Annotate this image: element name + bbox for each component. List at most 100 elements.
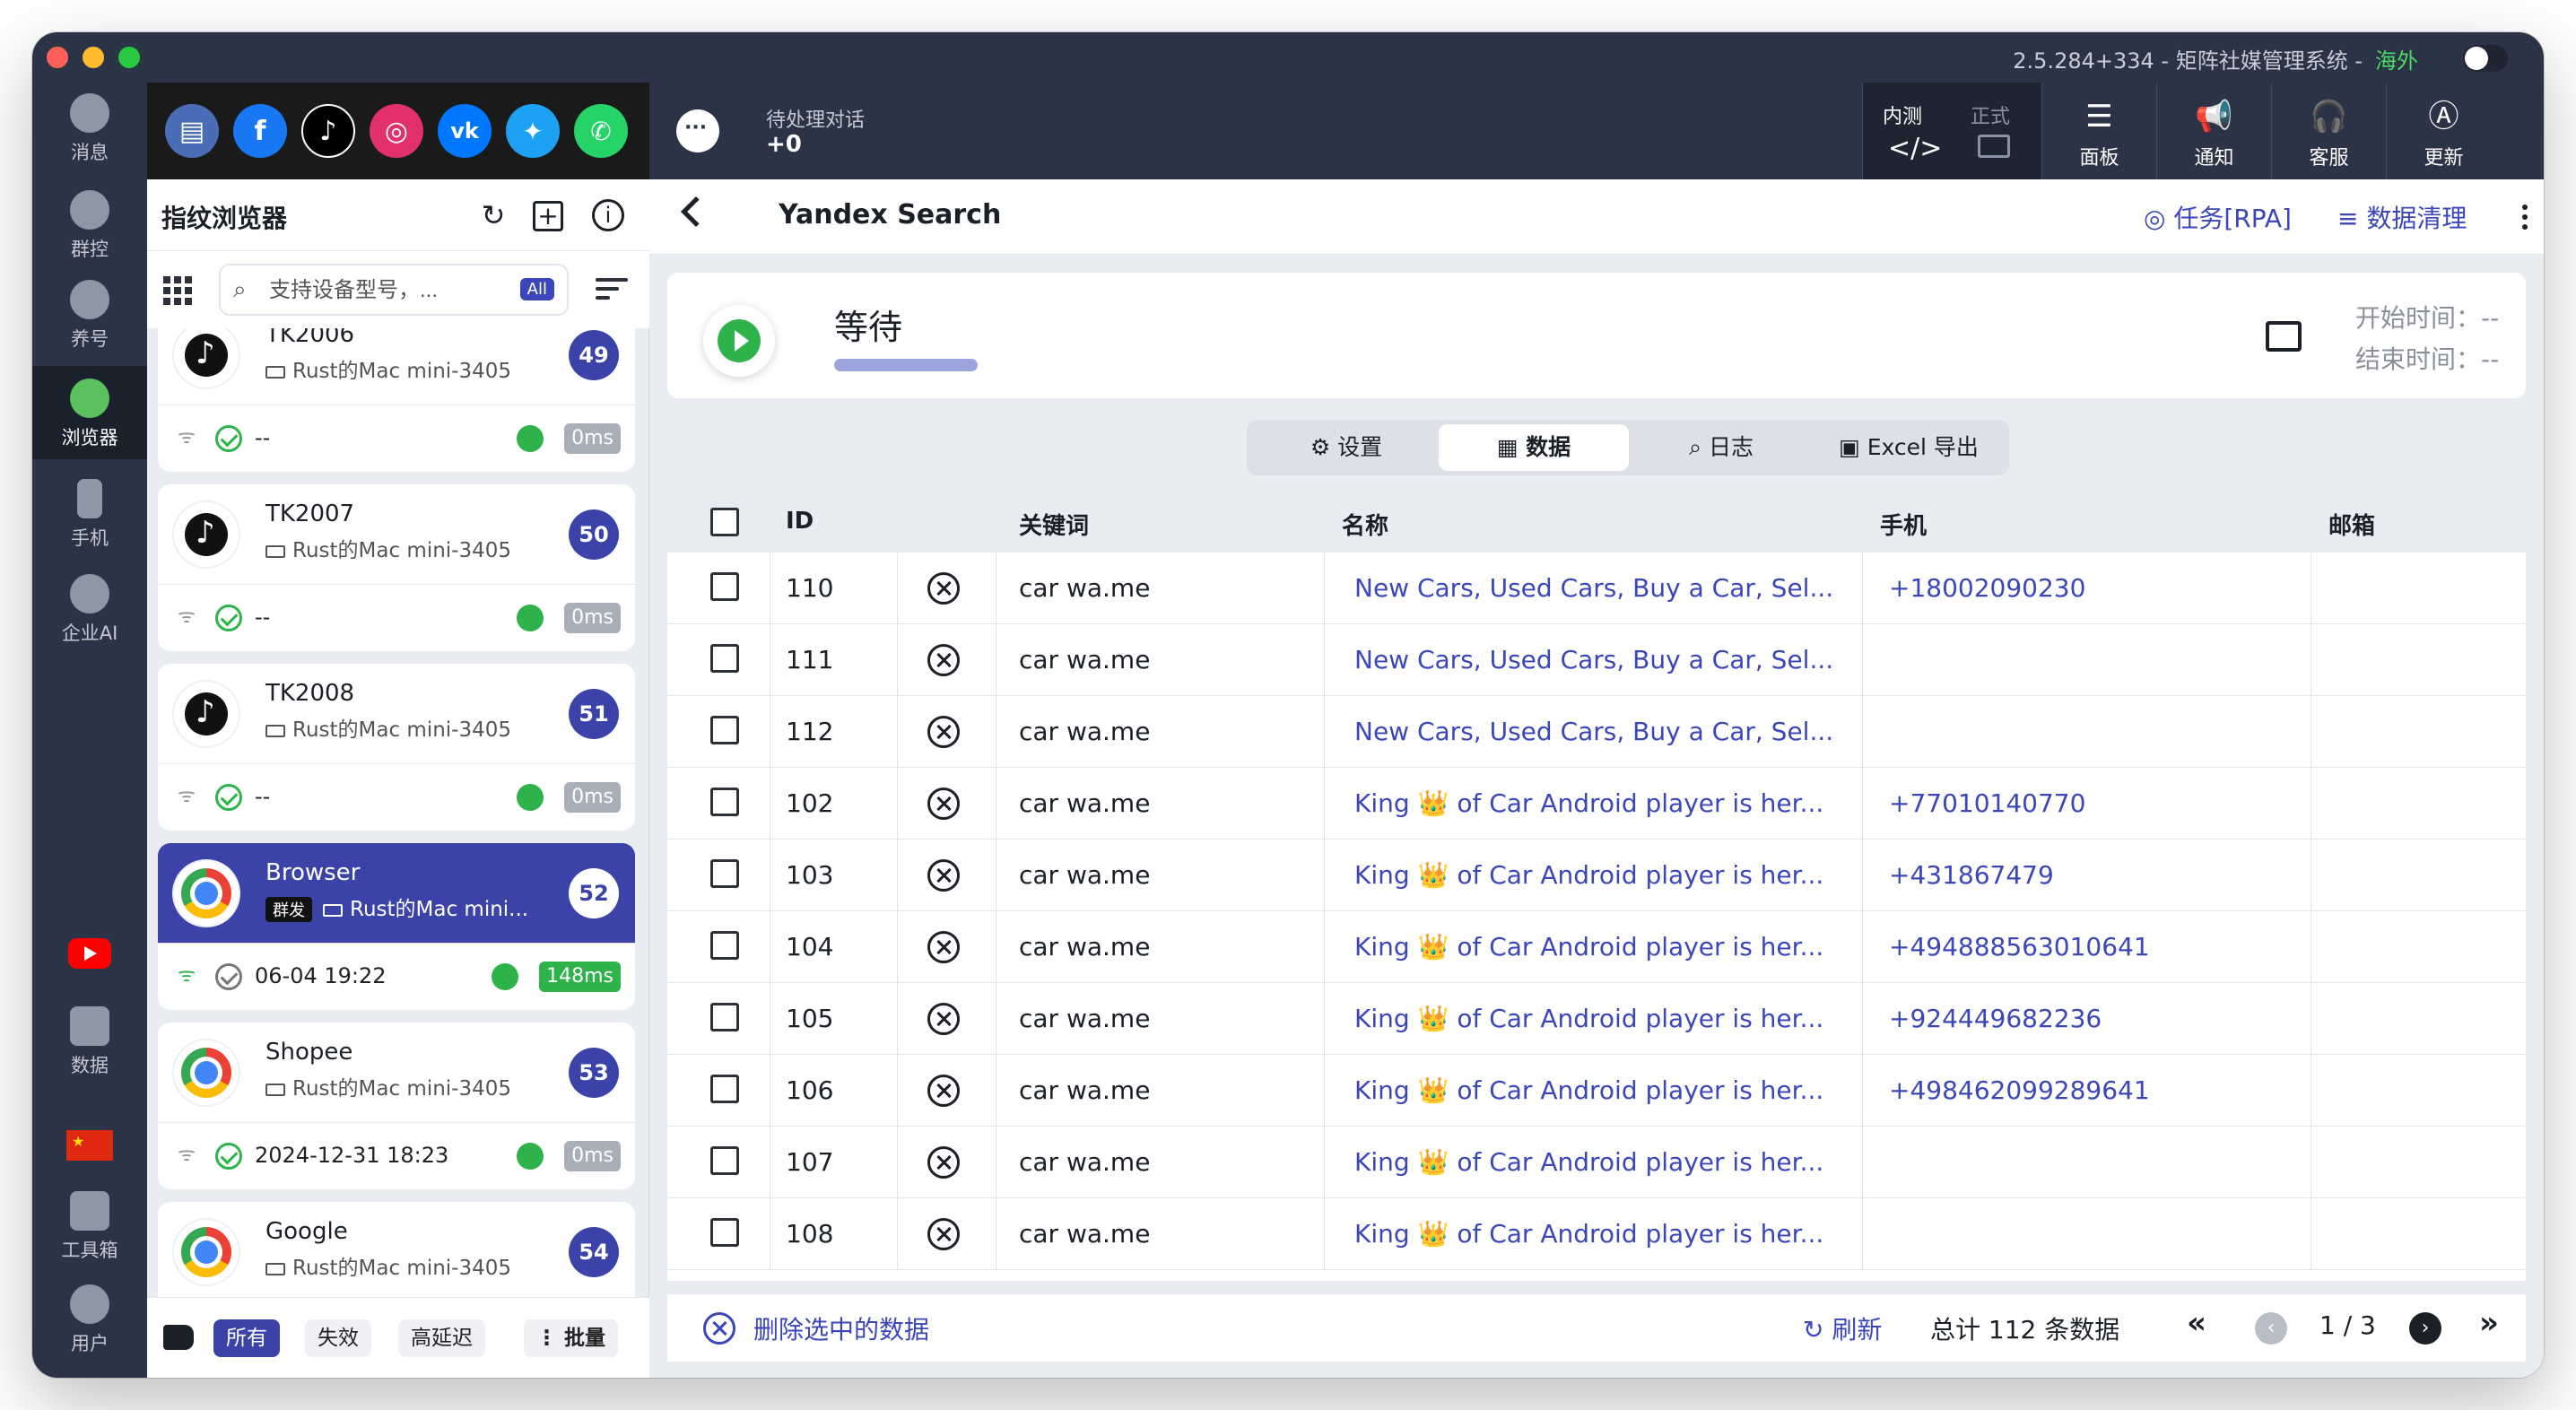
row-checkbox[interactable] (710, 1218, 739, 1247)
notify-button[interactable]: 📢 通知 (2156, 83, 2271, 179)
cell-phone-link[interactable]: +431867479 (1889, 840, 2302, 911)
cell-name-link[interactable]: King 👑 of Car Android player is her... (1354, 840, 1839, 911)
more-vert-icon[interactable] (2522, 205, 2528, 230)
batch-button[interactable]: ⋮ 批量 (524, 1319, 619, 1357)
cell-phone-link[interactable] (1889, 1127, 2302, 1198)
cell-phone-link[interactable]: +924449682236 (1889, 983, 2302, 1055)
remove-row-icon[interactable] (927, 716, 960, 748)
remove-row-icon[interactable] (927, 572, 960, 605)
cell-name-link[interactable]: King 👑 of Car Android player is her... (1354, 768, 1839, 840)
profile-card-list[interactable]: TK2006 Rust的Mac mini-3405 49 ᯤ -- 0ms TK… (147, 328, 649, 1297)
row-checkbox[interactable] (710, 1075, 739, 1103)
youtube-icon[interactable] (68, 938, 111, 969)
cell-name-link[interactable]: King 👑 of Car Android player is her... (1354, 1055, 1839, 1127)
minimize-window-button[interactable] (83, 47, 104, 68)
select-all-checkbox[interactable] (710, 508, 739, 536)
filter-invalid[interactable]: 失效 (305, 1319, 371, 1357)
cell-name-link[interactable]: King 👑 of Car Android player is her... (1354, 1198, 1839, 1270)
remove-row-icon[interactable] (927, 1218, 960, 1250)
profile-card[interactable]: TK2006 Rust的Mac mini-3405 49 ᯤ -- 0ms (158, 328, 635, 472)
remove-row-icon[interactable] (927, 1075, 960, 1107)
row-checkbox[interactable] (710, 931, 739, 960)
delete-icon[interactable] (703, 1312, 735, 1345)
table-row[interactable]: 105 car wa.me King 👑 of Car Android player… (667, 983, 2526, 1055)
nav-item-enterprise-ai[interactable]: 企业AI (32, 574, 147, 646)
nav-item-nurture[interactable]: 养号 (32, 280, 147, 352)
table-row[interactable]: 112 car wa.me New Cars, Used Cars, Buy a C… (667, 696, 2526, 768)
cell-phone-link[interactable]: +77010140770 (1889, 768, 2302, 840)
support-button[interactable]: 🎧 客服 (2271, 83, 2386, 179)
instagram-icon[interactable]: ◎ (370, 104, 423, 158)
facebook-icon[interactable]: f (233, 104, 287, 158)
back-arrow-icon[interactable] (681, 196, 711, 227)
twitter-icon[interactable]: ✦ (506, 104, 560, 158)
cell-name-link[interactable]: King 👑 of Car Android player is her... (1354, 983, 1839, 1055)
cell-phone-link[interactable] (1889, 696, 2302, 768)
panel-button[interactable]: ☰ 面板 (2041, 83, 2156, 179)
profile-card-selected[interactable]: Browser 群发 Rust的Mac mini... 52 ᯤ 06-04 19… (158, 843, 635, 1010)
remove-row-icon[interactable] (927, 788, 960, 820)
add-icon[interactable]: + (533, 201, 563, 231)
theme-toggle[interactable] (2463, 45, 2508, 72)
table-row[interactable]: 102 car wa.me King 👑 of Car Android player… (667, 768, 2526, 840)
nav-item-messages[interactable]: 消息 (32, 93, 147, 165)
cell-name-link[interactable]: New Cars, Used Cars, Buy a Car, Sel... (1354, 553, 1839, 624)
refresh-icon[interactable]: ↻ (475, 197, 511, 233)
row-checkbox[interactable] (710, 1003, 739, 1031)
monitor-icon[interactable] (2266, 321, 2302, 352)
remove-row-icon[interactable] (927, 644, 960, 676)
env-test-label[interactable]: 内测 (1883, 100, 1922, 129)
table-row[interactable]: 103 car wa.me King 👑 of Car Android player… (667, 840, 2526, 911)
filter-high-latency[interactable]: 高延迟 (398, 1319, 485, 1357)
tab-settings[interactable]: ⚙ 设置 (1254, 424, 1439, 471)
task-rpa-link[interactable]: ◎ 任务[RPA] (2144, 199, 2292, 235)
row-checkbox[interactable] (710, 716, 739, 744)
table-row[interactable]: 110 car wa.me New Cars, Used Cars, Buy a C… (667, 553, 2526, 624)
search-input[interactable] (269, 274, 493, 307)
remove-row-icon[interactable] (927, 931, 960, 963)
cell-phone-link[interactable]: +498462099289641 (1889, 1055, 2302, 1127)
env-prod-label[interactable]: 正式 (1971, 100, 2010, 129)
data-clean-link[interactable]: ≡ 数据清理 (2337, 199, 2467, 235)
nav-item-group-control[interactable]: 群控 (32, 190, 147, 262)
all-filter-badge[interactable]: All (519, 278, 554, 300)
cell-phone-link[interactable] (1889, 1198, 2302, 1270)
profile-card[interactable]: Shopee Rust的Mac mini-3405 53 ᯤ 2024-12-3… (158, 1023, 635, 1189)
row-checkbox[interactable] (710, 859, 739, 888)
table-row[interactable]: 106 car wa.me King 👑 of Car Android player… (667, 1055, 2526, 1127)
prev-page-icon[interactable]: ‹ (2255, 1312, 2287, 1345)
env-switcher[interactable]: 内测 正式 </> (1862, 83, 2041, 179)
table-row[interactable]: 107 car wa.me King 👑 of Car Android player… (667, 1127, 2526, 1198)
row-checkbox[interactable] (710, 644, 739, 673)
table-row[interactable]: 108 car wa.me King 👑 of Car Android player… (667, 1198, 2526, 1270)
nav-item-toolbox[interactable]: 工具箱 (32, 1191, 147, 1263)
remove-row-icon[interactable] (927, 1003, 960, 1035)
update-button[interactable]: Ⓐ 更新 (2386, 83, 2501, 179)
refresh-button[interactable]: ↻ 刷新 (1803, 1310, 1882, 1346)
row-checkbox[interactable] (710, 1146, 739, 1175)
cell-name-link[interactable]: King 👑 of Car Android player is her... (1354, 911, 1839, 983)
grid-view-icon[interactable] (163, 276, 192, 305)
table-row[interactable]: 111 car wa.me New Cars, Used Cars, Buy a C… (667, 624, 2526, 696)
whatsapp-icon[interactable]: ✆ (574, 104, 628, 158)
china-flag-icon[interactable]: ★ (66, 1130, 113, 1161)
cell-name-link[interactable]: New Cars, Used Cars, Buy a Car, Sel... (1354, 696, 1839, 768)
play-button[interactable] (703, 305, 775, 377)
row-checkbox[interactable] (710, 572, 739, 601)
tab-excel-export[interactable]: ▣ Excel 导出 (1814, 424, 2004, 471)
cell-phone-link[interactable] (1889, 624, 2302, 696)
cell-phone-link[interactable]: +494888563010641 (1889, 911, 2302, 983)
profile-card[interactable]: TK2007 Rust的Mac mini-3405 50 ᯤ -- 0ms (158, 484, 635, 651)
row-checkbox[interactable] (710, 788, 739, 816)
nav-item-user[interactable]: 用户 (32, 1284, 147, 1356)
tiktok-icon[interactable]: ♪ (301, 104, 355, 158)
browser-icon[interactable]: ▤ (165, 104, 219, 158)
last-page-icon[interactable]: » (2479, 1305, 2499, 1341)
nav-item-phone[interactable]: 手机 (32, 479, 147, 551)
remove-row-icon[interactable] (927, 859, 960, 892)
delete-selected-button[interactable]: 删除选中的数据 (753, 1310, 929, 1346)
nav-item-data[interactable]: 数据 (32, 1006, 147, 1078)
info-icon[interactable]: i (592, 199, 624, 231)
cell-name-link[interactable]: King 👑 of Car Android player is her... (1354, 1127, 1839, 1198)
tab-log[interactable]: ⌕ 日志 (1629, 424, 1814, 471)
